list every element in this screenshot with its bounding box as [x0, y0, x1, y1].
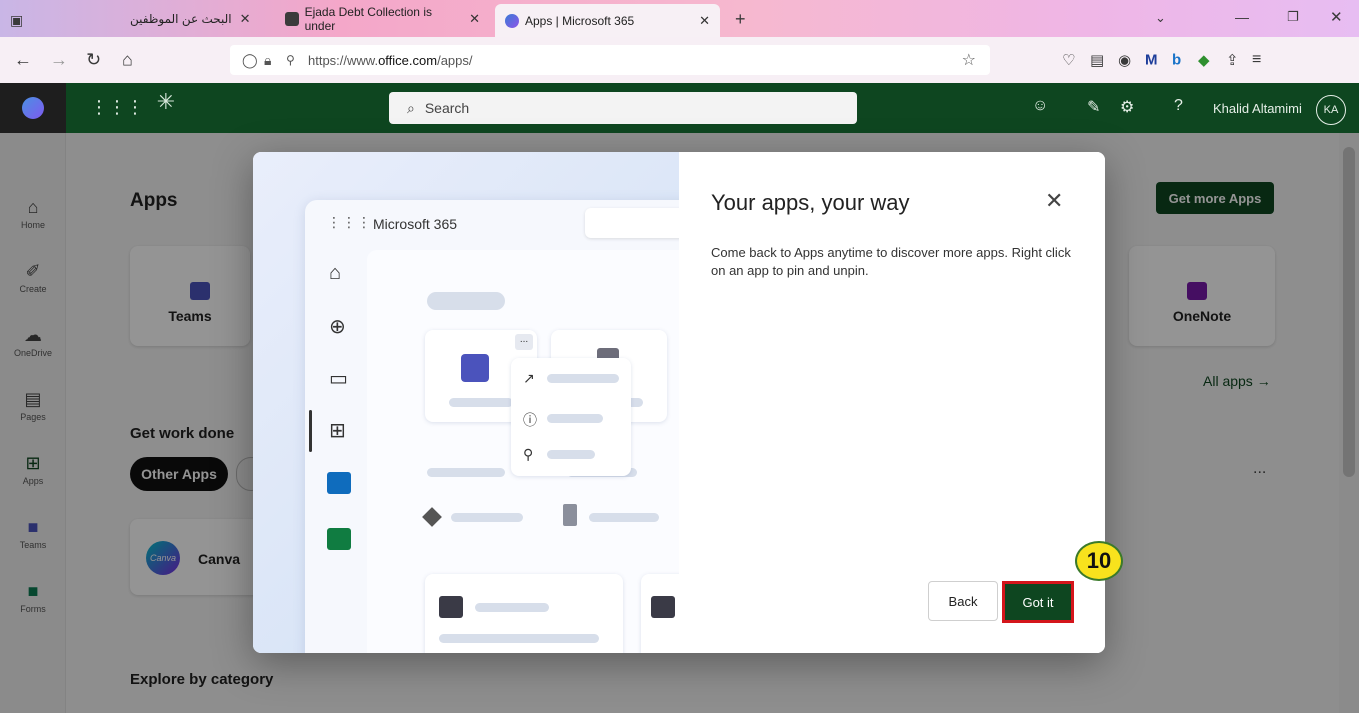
illustration-active-indicator: [309, 410, 312, 452]
illustration-outlook-icon: [327, 472, 351, 494]
tab-employees[interactable]: البحث عن الموظفين ✕: [120, 4, 270, 33]
smiley-icon[interactable]: ☺: [1032, 97, 1048, 115]
illustration-placeholder-bar: [449, 398, 513, 407]
illustration-onenote-icon: [439, 596, 463, 618]
search-input[interactable]: ⌕ Search: [389, 92, 857, 124]
restore-icon[interactable]: ❐: [1287, 9, 1299, 25]
tab-title: Ejada Debt Collection is under: [304, 4, 432, 33]
ejada-favicon-icon: [285, 11, 299, 26]
m365-logo-area: [0, 83, 66, 133]
dialog-title: Your apps, your way: [711, 190, 910, 215]
tab-title: البحث عن الموظفين: [130, 11, 232, 26]
illustration-teams-icon: [461, 354, 489, 382]
illustration-placeholder-bar: [451, 513, 523, 522]
new-tab-icon[interactable]: +: [735, 9, 746, 30]
home-button-icon[interactable]: ⌂: [122, 50, 133, 71]
search-icon: ⌕: [407, 99, 415, 116]
reload-icon[interactable]: ↻: [86, 50, 101, 71]
menu-icon[interactable]: ≡: [1252, 51, 1261, 69]
illustration-placeholder-bar: [439, 634, 599, 643]
illustration-placeholder-bar: [547, 414, 603, 423]
avatar[interactable]: KA: [1316, 95, 1346, 125]
bookmark-star-icon[interactable]: ☆: [962, 50, 976, 70]
illustration-visio-card: [641, 574, 679, 653]
url-text: https://www.office.com/apps/: [308, 52, 473, 68]
tab-title: Apps | Microsoft 365: [525, 13, 635, 28]
illustration-home-icon: ⌂: [329, 262, 342, 284]
m365-favicon-icon: [505, 13, 519, 28]
illustration-placeholder-bar: [475, 603, 549, 612]
browser-navbar: ← → ↻ ⌂ ◯ 🔒︎ ⚲ https://www.office.com/ap…: [0, 37, 1359, 83]
illustration-title: Microsoft 365: [373, 216, 458, 232]
feedback-icon[interactable]: ✎: [1087, 97, 1100, 117]
illustration-placeholder-bar: [547, 450, 595, 459]
dialog-content: Your apps, your way ✕ Come back to Apps …: [679, 152, 1105, 653]
illustration-placeholder-bar: [547, 374, 619, 383]
illustration-onenote-card: [425, 574, 623, 653]
shield-icon: ◯: [242, 51, 258, 68]
back-arrow-icon[interactable]: ←: [14, 50, 32, 71]
forward-arrow-icon[interactable]: →: [50, 50, 68, 71]
tab-list-icon[interactable]: ▣: [10, 12, 23, 29]
lock-icon: 🔒︎: [264, 51, 272, 68]
m365-logo-icon[interactable]: [22, 97, 44, 119]
illustration-chart-icon: [563, 504, 577, 526]
illustration-placeholder-bar: [427, 468, 505, 477]
illustration-add-icon: ⊕: [329, 316, 346, 338]
bing-icon[interactable]: b: [1172, 52, 1181, 69]
back-button[interactable]: Back: [928, 581, 998, 621]
organization-emblem-icon: ✳: [156, 89, 176, 114]
open-external-icon: ↗: [523, 370, 535, 386]
share-icon[interactable]: ⇪: [1226, 51, 1239, 69]
illustration-placeholder-bar: [589, 513, 659, 522]
reader-view-icon[interactable]: ▤: [1090, 51, 1104, 69]
dialog-body: Come back to Apps anytime to discover mo…: [711, 245, 1071, 278]
close-icon[interactable]: ✕: [240, 11, 251, 27]
tab-ejada[interactable]: Ejada Debt Collection is under ✕: [275, 4, 490, 33]
extension-icon[interactable]: ◉: [1118, 51, 1131, 69]
screen: ▣ البحث عن الموظفين ✕ Ejada Debt Collect…: [0, 0, 1359, 713]
step-number-badge: 10: [1075, 541, 1123, 581]
user-name[interactable]: Khalid Altamimi: [1213, 101, 1302, 116]
app-launcher-icon[interactable]: ⋮⋮⋮: [90, 97, 144, 118]
browser-tab-bar: ▣ البحث عن الموظفين ✕ Ejada Debt Collect…: [0, 0, 1359, 37]
search-placeholder: Search: [424, 100, 470, 116]
tab-microsoft-365[interactable]: Apps | Microsoft 365 ✕: [495, 4, 720, 37]
minimize-icon[interactable]: —: [1235, 9, 1249, 25]
illustration-search: [585, 208, 679, 238]
illustration-visio-icon: [651, 596, 675, 618]
illustration-context-menu: ↗ ⓘ ⚲: [511, 358, 631, 476]
close-icon[interactable]: ✕: [469, 11, 480, 27]
help-icon[interactable]: ?: [1174, 97, 1183, 115]
apps-dialog: ⋮⋮⋮ Microsoft 365 ⌂ ⊕ ▭ ⊞ ... ↗ ⓘ ⚲ Your…: [253, 152, 1105, 653]
close-icon[interactable]: ✕: [1045, 188, 1063, 214]
illustration-launcher-icon: ⋮⋮⋮: [327, 214, 372, 230]
pin-icon: ⚲: [523, 446, 534, 462]
illustration-excel-icon: [327, 528, 351, 550]
illustration-apps-icon: ⊞: [329, 420, 346, 442]
dialog-illustration: ⋮⋮⋮ Microsoft 365 ⌂ ⊕ ▭ ⊞ ... ↗ ⓘ ⚲: [253, 152, 679, 653]
pocket-icon[interactable]: ♡: [1062, 51, 1075, 69]
addon-icon[interactable]: ◆: [1198, 51, 1210, 69]
close-icon[interactable]: ✕: [699, 13, 710, 29]
m-extension-icon[interactable]: M: [1145, 52, 1158, 69]
window-close-icon[interactable]: ✕: [1330, 8, 1343, 26]
info-icon: ⓘ: [523, 412, 537, 428]
illustration-placeholder-bar: [427, 292, 505, 310]
illustration-more-icon: ...: [515, 334, 533, 350]
permissions-icon[interactable]: ⚲: [286, 53, 295, 67]
url-bar[interactable]: ◯ 🔒︎ ⚲ https://www.office.com/apps/ ☆: [230, 45, 990, 75]
gear-icon[interactable]: ⚙: [1120, 97, 1134, 117]
illustration-folder-icon: ▭: [329, 368, 348, 390]
chevron-down-icon[interactable]: ⌄: [1155, 10, 1166, 26]
got-it-button[interactable]: Got it: [1002, 581, 1074, 623]
